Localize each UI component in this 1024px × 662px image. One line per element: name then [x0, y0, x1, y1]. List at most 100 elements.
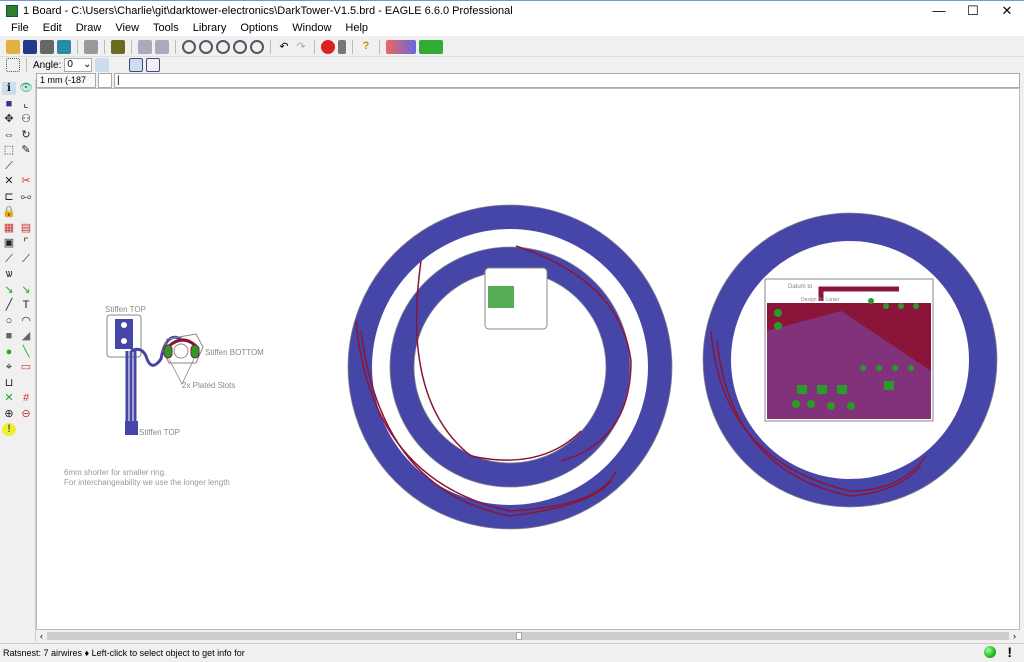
- zoom-in-icon[interactable]: [199, 39, 213, 54]
- menu-tools[interactable]: Tools: [146, 22, 186, 34]
- main-toolbar: ↶ ↷ ?: [0, 37, 1024, 56]
- menu-window[interactable]: Window: [285, 22, 338, 34]
- schematic-icon[interactable]: [138, 39, 152, 54]
- zoom-select-icon[interactable]: [250, 39, 264, 54]
- menu-options[interactable]: Options: [233, 22, 285, 34]
- delete-icon[interactable]: ✕: [2, 175, 16, 188]
- scroll-right-icon[interactable]: ›: [1013, 631, 1020, 641]
- warning-icon[interactable]: !: [2, 423, 16, 436]
- board-canvas[interactable]: Stiffen TOP Stiffen BOTTOM 2x Plated Slo…: [36, 88, 1020, 630]
- redraw-icon[interactable]: [233, 39, 247, 54]
- command-input[interactable]: |: [114, 73, 1020, 88]
- miter-icon[interactable]: ⌜: [19, 237, 33, 250]
- go-icon[interactable]: [338, 39, 346, 54]
- stop-icon[interactable]: [321, 39, 335, 54]
- chevron-down-icon: ⌄: [82, 59, 92, 70]
- zoom-out-icon[interactable]: [216, 39, 230, 54]
- text-spin-icon[interactable]: [112, 58, 126, 72]
- change-icon[interactable]: ✎: [19, 144, 33, 157]
- minimize-button[interactable]: —: [922, 1, 956, 21]
- hole-icon[interactable]: ⌖: [2, 361, 16, 374]
- polygon-icon[interactable]: ◢: [19, 330, 33, 343]
- errors-icon[interactable]: ⊖: [19, 408, 33, 421]
- angle-value: 0: [67, 59, 73, 70]
- ripup-route-icon[interactable]: ↘: [19, 284, 33, 297]
- maximize-button[interactable]: ☐: [956, 1, 990, 21]
- menu-bar: File Edit Draw View Tools Library Option…: [0, 20, 1024, 36]
- menu-library[interactable]: Library: [186, 22, 234, 34]
- design-link-icon[interactable]: [386, 39, 416, 54]
- parameter-toolbar: Angle: 0 ⌄: [0, 56, 1024, 73]
- title-bar: 1 Board - C:\Users\Charlie\git\darktower…: [0, 0, 1024, 20]
- layout-b-icon[interactable]: [146, 58, 161, 72]
- scroll-track[interactable]: [47, 632, 1009, 640]
- circle-icon[interactable]: ○: [2, 315, 16, 328]
- flex-cable: Stiffen TOP Stiffen BOTTOM 2x Plated Slo…: [64, 305, 264, 487]
- board-text-design: Design Bo Lanier: [801, 297, 840, 303]
- left-toolbox: ℹ 👁 ■ ⌞ ✥ ⚇ ⇔ ↻ ⬚ ✎ ⟋ ✕ ✂ ⊏ ⧟ 🔒 ▦ ▤ ▣ ⌜ …: [0, 80, 36, 642]
- wire-bend-icon[interactable]: ⟋: [2, 253, 16, 266]
- wire-icon[interactable]: ╲: [19, 346, 33, 359]
- value-icon[interactable]: ▤: [19, 222, 33, 235]
- route-icon[interactable]: ⟋: [19, 253, 33, 266]
- drc-icon[interactable]: ⊕: [2, 408, 16, 421]
- grid-icon[interactable]: [6, 58, 20, 72]
- display-icon[interactable]: ■: [2, 98, 16, 111]
- mirror-icon[interactable]: ⇔: [2, 129, 16, 142]
- auto-icon[interactable]: #: [19, 392, 33, 405]
- open-icon[interactable]: [6, 39, 20, 54]
- cam-icon[interactable]: [57, 39, 71, 54]
- save-icon[interactable]: [23, 39, 37, 54]
- layout-a-icon[interactable]: [129, 58, 144, 72]
- line-icon[interactable]: ╱: [2, 299, 16, 312]
- board-icon[interactable]: [155, 39, 169, 54]
- print-icon[interactable]: [40, 39, 54, 54]
- close-button[interactable]: ✕: [990, 1, 1024, 21]
- group-icon[interactable]: ⬚: [2, 144, 16, 157]
- text-icon[interactable]: T: [19, 299, 33, 312]
- attribute-icon[interactable]: ▭: [19, 361, 33, 374]
- split-icon[interactable]: ⊏: [2, 191, 16, 204]
- ratsnest-icon[interactable]: ✕: [2, 392, 16, 405]
- via-icon[interactable]: ●: [2, 346, 16, 359]
- menu-view[interactable]: View: [108, 22, 146, 34]
- horizontal-scrollbar[interactable]: ‹ ›: [36, 630, 1020, 642]
- board-drawing[interactable]: Stiffen TOP Stiffen BOTTOM 2x Plated Slo…: [37, 89, 1021, 631]
- menu-help[interactable]: Help: [338, 22, 375, 34]
- optimize-icon[interactable]: ⧟: [19, 191, 33, 204]
- copy-icon[interactable]: ⚇: [19, 113, 33, 126]
- library-icon[interactable]: [111, 39, 125, 54]
- lock-icon[interactable]: 🔒: [2, 206, 16, 219]
- signal-icon[interactable]: ѡ: [2, 268, 16, 281]
- rotate-icon[interactable]: ↻: [19, 129, 33, 142]
- text-mirror-icon[interactable]: [95, 58, 110, 72]
- name-icon[interactable]: ▣: [2, 237, 16, 250]
- scroll-left-icon[interactable]: ‹: [36, 631, 43, 641]
- pcb-quote-icon[interactable]: [419, 39, 443, 54]
- alert-icon[interactable]: !: [1007, 644, 1012, 660]
- script-icon[interactable]: [84, 39, 98, 54]
- info-icon[interactable]: ℹ: [2, 82, 16, 95]
- show-icon[interactable]: 👁: [19, 82, 33, 95]
- label-stiffen-top-2: Stiffen TOP: [139, 428, 180, 437]
- command-history-button[interactable]: [98, 73, 112, 88]
- angle-select[interactable]: 0 ⌄: [64, 58, 93, 72]
- menu-draw[interactable]: Draw: [69, 22, 109, 34]
- rect-icon[interactable]: ■: [2, 330, 16, 343]
- help-icon[interactable]: ?: [359, 40, 373, 54]
- zoom-fit-icon[interactable]: [182, 39, 196, 54]
- smash-icon[interactable]: ▦: [2, 222, 16, 235]
- move-icon[interactable]: ✥: [2, 113, 16, 126]
- ripup-icon[interactable]: ✂: [19, 175, 33, 188]
- undo-icon[interactable]: ↶: [277, 40, 291, 54]
- scroll-thumb[interactable]: [516, 632, 522, 640]
- command-row: 1 mm (-187 12) |: [36, 73, 1024, 98]
- menu-file[interactable]: File: [4, 22, 36, 34]
- dimension-icon[interactable]: ⊔: [2, 377, 16, 390]
- redo-icon[interactable]: ↷: [294, 40, 308, 54]
- menu-edit[interactable]: Edit: [36, 22, 69, 34]
- paste-icon[interactable]: ⟋: [2, 160, 16, 173]
- arc-icon[interactable]: ◠: [19, 315, 33, 328]
- mark-icon[interactable]: ⌞: [19, 98, 33, 111]
- autoroute-icon[interactable]: ↘: [2, 284, 16, 297]
